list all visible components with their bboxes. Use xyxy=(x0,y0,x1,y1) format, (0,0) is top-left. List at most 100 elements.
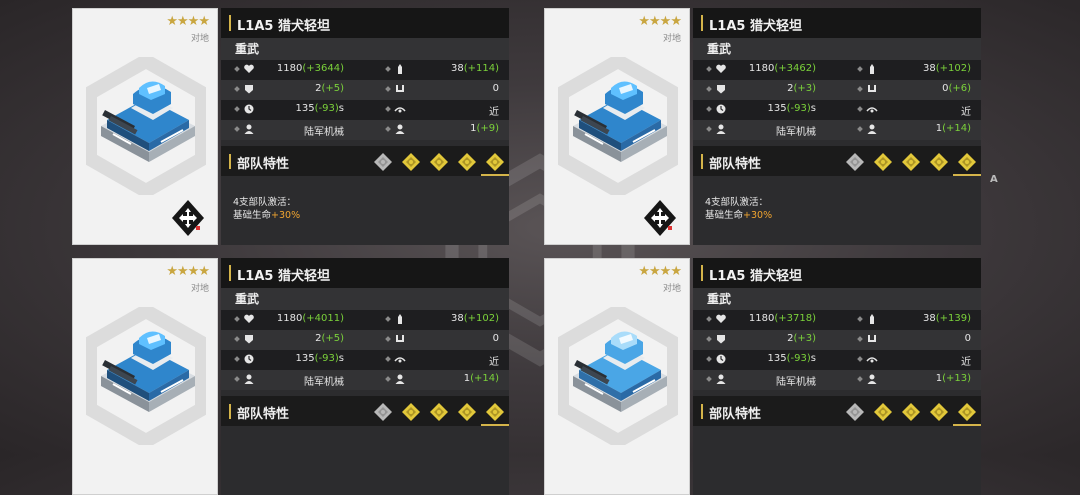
unit-name: L1A5 猎犬轻坦 xyxy=(709,19,802,34)
trait-slot[interactable] xyxy=(397,396,425,426)
bullet-icon xyxy=(706,376,712,382)
star-rating: ★★★★ xyxy=(638,264,682,279)
trait-slot[interactable] xyxy=(953,146,981,176)
trait-slot[interactable] xyxy=(481,146,509,176)
unit-info-panel: L1A5 猎犬轻坦 重武 1180(+3718) 38(+139) 2(+3) … xyxy=(693,258,981,495)
stat-row: 135(-93)s 近 xyxy=(221,350,509,370)
stat-row: 1180(+3462) 38(+102) xyxy=(693,60,981,80)
stat-row: 2(+5) 0 xyxy=(221,80,509,100)
trait-effect xyxy=(693,426,981,446)
unit-portrait[interactable]: ★★★★ 对地 xyxy=(544,8,690,245)
bullet-icon xyxy=(385,336,391,342)
move-class-icon xyxy=(171,199,205,237)
trait-slot[interactable] xyxy=(425,146,453,176)
traits-label: 部队特性 xyxy=(237,407,290,422)
tank-icon xyxy=(91,314,203,414)
bullet-icon xyxy=(234,86,240,92)
tank-icon xyxy=(91,64,203,164)
trait-slot[interactable] xyxy=(397,146,425,176)
trait-slot[interactable] xyxy=(481,396,509,426)
unit-card[interactable]: ★★★★ 对地 L1A5 猎犬轻坦 重武 xyxy=(72,258,509,495)
unit-type: 重武 xyxy=(693,38,981,60)
unit-portrait[interactable]: ★★★★ 对地 xyxy=(72,8,218,245)
trait-slot[interactable] xyxy=(841,396,869,426)
category-value: 陆军机械 xyxy=(304,377,344,388)
stat-row: 2(+3) 0(+6) xyxy=(693,80,981,100)
trait-slot[interactable] xyxy=(425,396,453,426)
traits-header: 部队特性 xyxy=(221,146,509,176)
star-rating: ★★★★ xyxy=(166,264,210,279)
unit-portrait[interactable]: ★★★★ 对地 xyxy=(544,258,690,495)
unit-info-panel: L1A5 猎犬轻坦 重武 1180(+3644) 38(+114) 2(+5) … xyxy=(221,8,509,245)
trait-slot[interactable] xyxy=(925,396,953,426)
pierce-value: 0(+6) xyxy=(942,83,971,94)
armor-value: 2(+5) xyxy=(315,83,344,94)
bullet-icon xyxy=(706,126,712,132)
ammo-value: 38(+102) xyxy=(450,313,499,324)
trait-effect: 4支部队激活： 基础生命+30% xyxy=(221,176,509,222)
bullet-icon xyxy=(385,356,391,362)
trait-slot[interactable] xyxy=(925,146,953,176)
bullet-icon xyxy=(857,106,863,112)
stat-row: 2(+5) 0 xyxy=(221,330,509,350)
speed-value: 135(-93)s xyxy=(295,353,344,364)
accent-bar xyxy=(701,154,703,169)
unit-type: 重武 xyxy=(221,288,509,310)
bullet-icon xyxy=(385,376,391,382)
title-bar: L1A5 猎犬轻坦 xyxy=(693,258,981,288)
title-bar: L1A5 猎犬轻坦 xyxy=(221,8,509,38)
trait-slot[interactable] xyxy=(369,396,397,426)
trait-slot[interactable] xyxy=(453,146,481,176)
bullet-icon xyxy=(234,106,240,112)
effect-detail: 基础生命+30% xyxy=(705,210,773,221)
accent-bar xyxy=(701,404,703,419)
trait-slot[interactable] xyxy=(869,146,897,176)
accent-bar xyxy=(229,404,231,419)
accent-bar xyxy=(701,265,703,281)
trait-slot[interactable] xyxy=(841,146,869,176)
effect-detail: 基础生命+30% xyxy=(233,210,301,221)
trait-slot[interactable] xyxy=(953,396,981,426)
ammo-value: 38(+114) xyxy=(450,63,499,74)
supply-value: 1(+14) xyxy=(935,123,971,134)
hp-value: 1180(+3644) xyxy=(276,63,344,74)
bullet-icon xyxy=(857,316,863,322)
hp-value: 1180(+3462) xyxy=(748,63,816,74)
unit-name: L1A5 猎犬轻坦 xyxy=(709,269,802,284)
unit-card[interactable]: ★★★★ 对地 L1A5 猎犬轻坦 xyxy=(72,8,509,245)
trait-slot[interactable] xyxy=(897,396,925,426)
unit-card[interactable]: ★★★★ 对地 L1A5 猎犬轻坦 xyxy=(544,8,981,245)
bullet-icon xyxy=(706,66,712,72)
trait-effect: 4支部队激活： 基础生命+30% xyxy=(693,176,981,222)
bullet-icon xyxy=(857,336,863,342)
move-class-icon xyxy=(643,199,677,237)
supply-value: 1(+13) xyxy=(935,373,971,384)
trait-slot[interactable] xyxy=(453,396,481,426)
bullet-icon xyxy=(857,356,863,362)
unit-portrait[interactable]: ★★★★ 对地 xyxy=(72,258,218,495)
stat-row: 135(-93)s 近 xyxy=(693,100,981,120)
bullet-icon xyxy=(857,126,863,132)
trait-slot[interactable] xyxy=(369,146,397,176)
stat-row: 陆军机械 1(+14) xyxy=(221,370,509,390)
accent-bar xyxy=(229,15,231,31)
bullet-icon xyxy=(234,376,240,382)
unit-name: L1A5 猎犬轻坦 xyxy=(237,19,330,34)
unit-info-panel: L1A5 猎犬轻坦 重武 1180(+3462) 38(+102) 2(+3) … xyxy=(693,8,981,245)
speed-value: 135(-93)s xyxy=(767,353,816,364)
pierce-value: 0 xyxy=(492,83,499,94)
traits-header: 部队特性 xyxy=(221,396,509,426)
stat-row: 陆军机械 1(+14) xyxy=(693,120,981,140)
bullet-icon xyxy=(706,106,712,112)
tank-icon xyxy=(563,314,675,414)
bullet-icon xyxy=(234,356,240,362)
pierce-value: 0 xyxy=(492,333,499,344)
speed-value: 135(-93)s xyxy=(295,103,344,114)
bullet-icon xyxy=(385,86,391,92)
accent-bar xyxy=(701,15,703,31)
trait-slot[interactable] xyxy=(897,146,925,176)
bullet-icon xyxy=(385,126,391,132)
unit-card[interactable]: ★★★★ 对地 L1A5 猎犬轻坦 重武 xyxy=(544,258,981,495)
trait-slot[interactable] xyxy=(869,396,897,426)
range-value: 近 xyxy=(961,357,971,368)
